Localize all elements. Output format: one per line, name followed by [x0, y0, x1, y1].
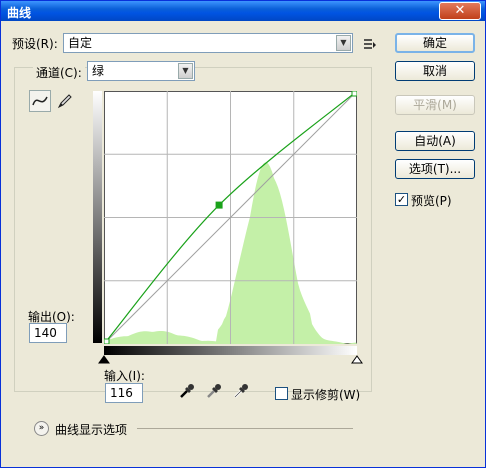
expand-chevron-icon[interactable]: » — [34, 421, 49, 436]
show-clipping-checkbox[interactable] — [275, 387, 288, 400]
ok-button[interactable]: 确定 — [395, 33, 475, 53]
preset-value: 自定 — [68, 36, 93, 50]
curve-control-point[interactable] — [351, 91, 357, 97]
white-eyedropper-icon[interactable] — [232, 382, 250, 400]
curves-dialog: 曲线 ✕ 预设(R): 自定 ▼ 确定 取消 平滑(M) 自动(A) 选项(T)… — [0, 0, 486, 468]
preset-select[interactable]: 自定 ▼ — [63, 33, 353, 53]
show-clipping-label: 显示修剪(W) — [291, 388, 361, 402]
cancel-button[interactable]: 取消 — [395, 61, 475, 81]
curve-control-point[interactable] — [104, 338, 110, 344]
curve-graph[interactable] — [104, 91, 357, 344]
channel-value: 绿 — [92, 64, 105, 78]
close-button[interactable]: ✕ — [439, 2, 481, 20]
curve-point-tool[interactable] — [29, 90, 51, 112]
output-gradient-bar — [93, 91, 102, 343]
white-point-slider[interactable] — [351, 355, 363, 364]
preset-label: 预设(R): — [12, 37, 58, 51]
options-divider — [137, 428, 353, 429]
input-gradient-bar — [104, 346, 357, 355]
channel-select[interactable]: 绿 ▼ — [87, 61, 195, 81]
gray-eyedropper-icon[interactable] — [205, 382, 223, 400]
curve-control-point[interactable] — [215, 201, 223, 209]
options-button[interactable]: 选项(T)... — [395, 159, 475, 179]
output-input[interactable]: 140 — [29, 323, 67, 343]
black-eyedropper-icon[interactable] — [178, 382, 196, 400]
input-label: 输入(I): — [104, 369, 145, 383]
smooth-button[interactable]: 平滑(M) — [395, 95, 475, 115]
pencil-icon[interactable] — [55, 91, 75, 111]
window-title: 曲线 — [7, 6, 32, 20]
curve-icon — [32, 96, 48, 106]
curve-display-options-label[interactable]: 曲线显示选项 — [55, 421, 127, 438]
auto-button[interactable]: 自动(A) — [395, 131, 475, 151]
black-point-slider[interactable] — [98, 355, 110, 364]
preview-label: 预览(P) — [411, 194, 452, 208]
title-bar[interactable]: 曲线 ✕ — [1, 1, 485, 21]
chevron-down-icon[interactable]: ▼ — [336, 35, 351, 51]
input-input[interactable]: 116 — [105, 383, 143, 403]
chevron-down-icon[interactable]: ▼ — [178, 63, 193, 79]
channel-label: 通道(C): — [33, 64, 85, 81]
preset-options-icon[interactable] — [363, 36, 377, 50]
preview-checkbox[interactable]: ✓ — [395, 193, 408, 206]
